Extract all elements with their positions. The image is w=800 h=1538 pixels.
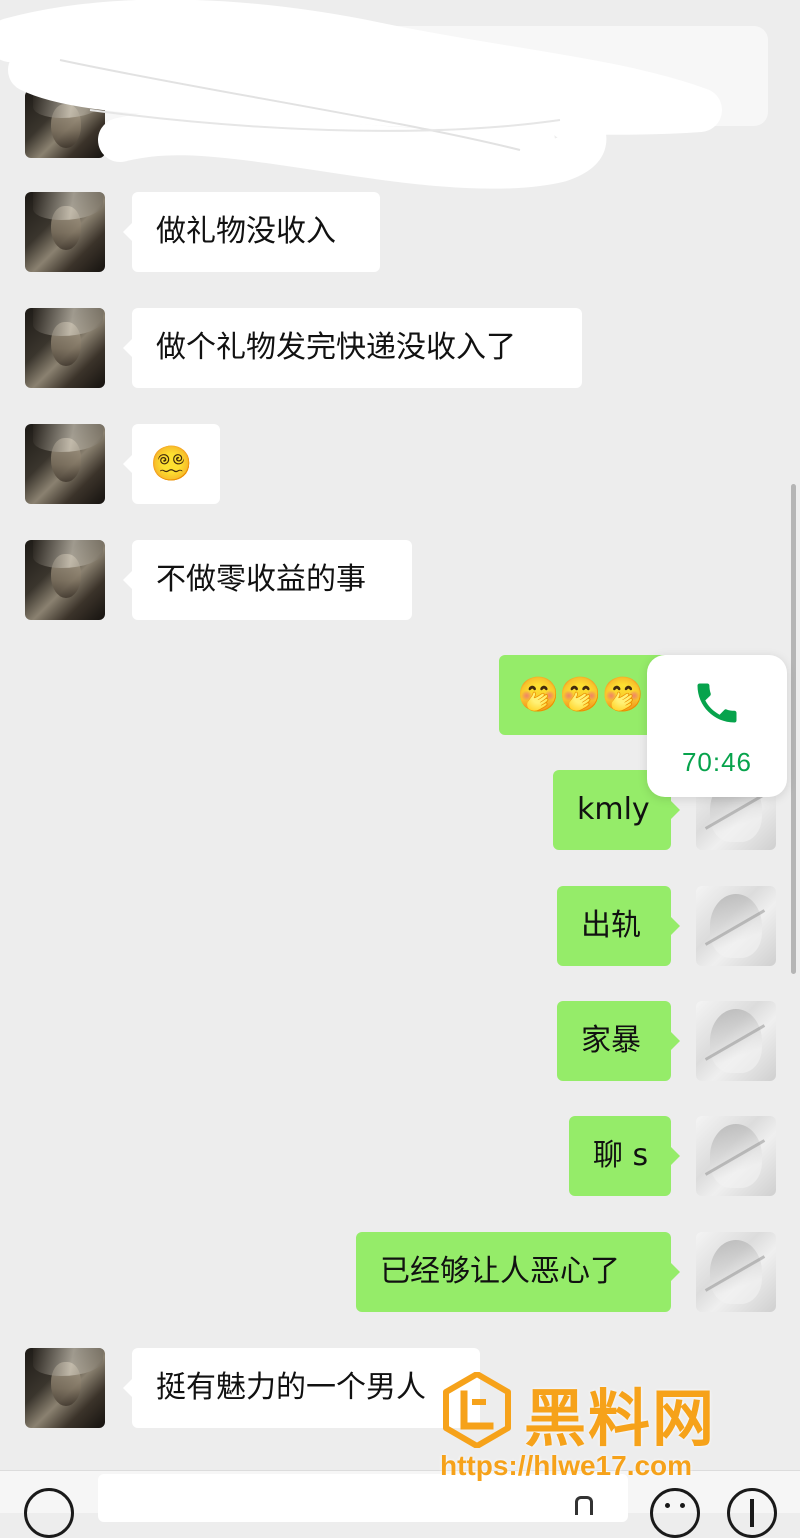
- message-row: 家暴: [0, 1001, 800, 1081]
- message-row: 做礼物没收入: [0, 192, 800, 272]
- watermark-logo-icon: [443, 1372, 511, 1448]
- outgoing-emoji-bubble[interactable]: 🤭🤭🤭: [499, 655, 680, 735]
- phone-icon: [697, 683, 737, 723]
- message-row: 出轨: [0, 886, 800, 966]
- message-row: 不做零收益的事: [0, 540, 800, 620]
- contact-avatar[interactable]: [25, 192, 105, 272]
- voice-icon[interactable]: [24, 1488, 74, 1538]
- incoming-message-bubble[interactable]: 做个礼物发完快递没收入了: [123, 308, 582, 388]
- contact-avatar[interactable]: [25, 424, 105, 504]
- my-avatar[interactable]: [696, 1232, 776, 1312]
- message-row: 已经够让人恶心了: [0, 1232, 800, 1312]
- incoming-message-bubble[interactable]: 不做零收益的事: [123, 540, 412, 620]
- incoming-message-bubble[interactable]: 做礼物没收入: [123, 192, 380, 272]
- contact-avatar[interactable]: [25, 308, 105, 388]
- mic-icon[interactable]: [575, 1496, 593, 1515]
- incoming-message-bubble[interactable]: 挺有魅力的一个男人: [123, 1348, 480, 1428]
- call-timer: 70:46: [681, 747, 753, 777]
- watermark-title: 黑料网: [524, 1382, 717, 1455]
- contact-avatar[interactable]: [25, 540, 105, 620]
- plus-icon[interactable]: [727, 1488, 777, 1538]
- outgoing-message-bubble[interactable]: 聊 s: [569, 1116, 680, 1196]
- watermark: 黑料网 https://hlwe17.com: [432, 1366, 792, 1486]
- contact-avatar[interactable]: [25, 1348, 105, 1428]
- scrollbar[interactable]: [791, 484, 796, 974]
- message-row: 😵‍💫: [0, 424, 800, 504]
- message-row: 做个礼物发完快递没收入了: [0, 308, 800, 388]
- outgoing-message-bubble[interactable]: 家暴: [557, 1001, 680, 1081]
- voice-call-floating-window[interactable]: 70:46: [647, 655, 787, 797]
- emoji-icon[interactable]: [650, 1488, 700, 1538]
- message-row: 聊 s: [0, 1116, 800, 1196]
- my-avatar[interactable]: [696, 1116, 776, 1196]
- my-avatar[interactable]: [696, 886, 776, 966]
- incoming-emoji-bubble[interactable]: 😵‍💫: [123, 424, 220, 504]
- outgoing-message-bubble[interactable]: 已经够让人恶心了: [356, 1232, 680, 1312]
- redaction-scribble: [0, 0, 722, 189]
- outgoing-message-bubble[interactable]: 出轨: [557, 886, 680, 966]
- my-avatar[interactable]: [696, 1001, 776, 1081]
- watermark-url: https://hlwe17.com: [440, 1450, 693, 1481]
